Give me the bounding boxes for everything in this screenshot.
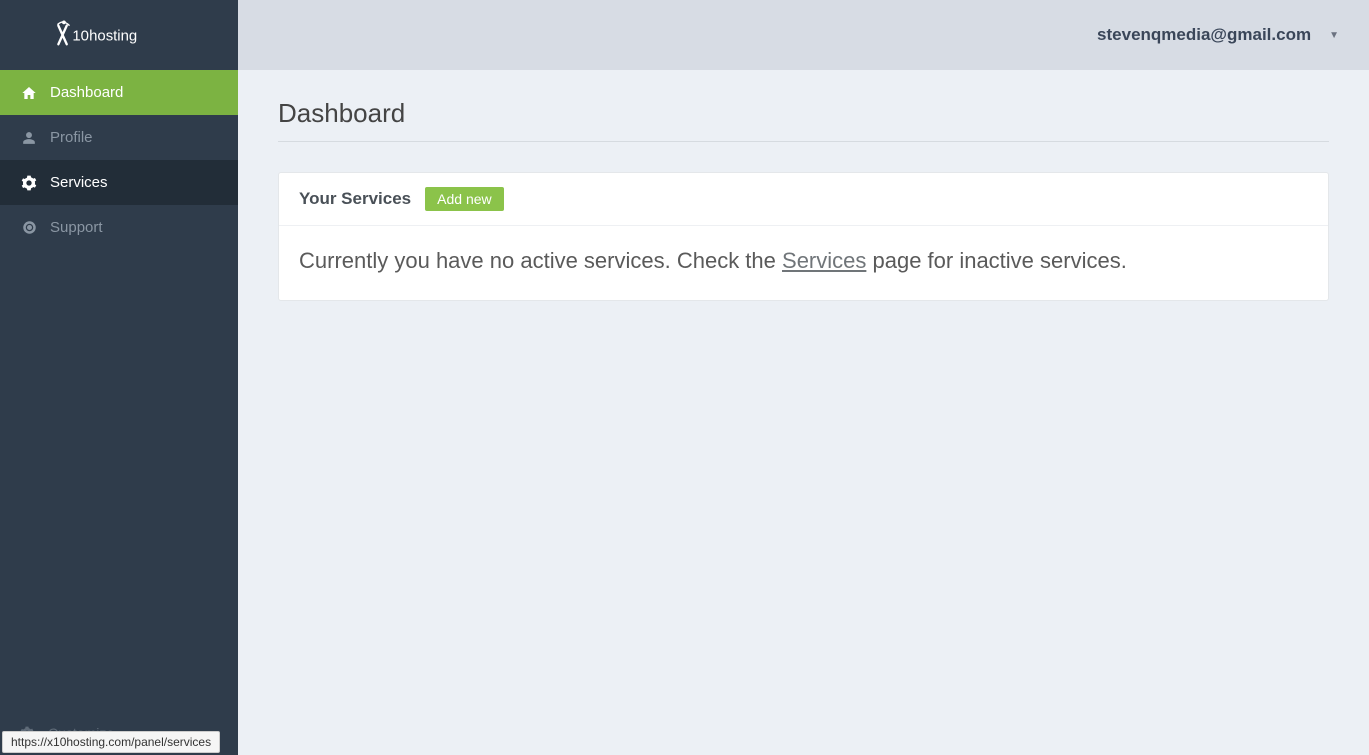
sidebar-item-label: Dashboard (50, 84, 123, 101)
user-email: stevenqmedia@gmail.com (1097, 25, 1311, 45)
panel-header: Your Services Add new (279, 173, 1328, 226)
content: Dashboard Your Services Add new Currentl… (238, 70, 1369, 329)
svg-text:10: 10 (72, 28, 89, 45)
home-icon (20, 85, 38, 101)
main: stevenqmedia@gmail.com ▼ Dashboard Your … (238, 0, 1369, 755)
page-title: Dashboard (278, 98, 1329, 142)
browser-status-bar: https://x10hosting.com/panel/services (2, 731, 220, 753)
user-menu[interactable]: stevenqmedia@gmail.com ▼ (1097, 25, 1339, 45)
sidebar-item-dashboard[interactable]: Dashboard (0, 70, 238, 115)
sidebar-item-services[interactable]: Services (0, 160, 238, 205)
services-panel: Your Services Add new Currently you have… (278, 172, 1329, 301)
topbar: stevenqmedia@gmail.com ▼ (238, 0, 1369, 70)
empty-text-prefix: Currently you have no active services. C… (299, 248, 782, 273)
user-icon (20, 131, 38, 145)
sidebar-nav: Dashboard Profile Services Support (0, 70, 238, 711)
sidebar-item-label: Services (50, 174, 108, 191)
chevron-down-icon: ▼ (1329, 30, 1339, 41)
life-ring-icon (20, 220, 38, 235)
svg-text:hosting: hosting (89, 28, 137, 45)
empty-text-suffix: page for inactive services. (866, 248, 1126, 273)
sidebar-item-profile[interactable]: Profile (0, 115, 238, 160)
sidebar-item-support[interactable]: Support (0, 205, 238, 250)
services-link[interactable]: Services (782, 248, 866, 273)
panel-title: Your Services (299, 189, 411, 209)
sidebar-item-label: Support (50, 219, 103, 236)
add-new-button[interactable]: Add new (425, 187, 503, 211)
panel-body: Currently you have no active services. C… (279, 226, 1328, 300)
sidebar: 10 hosting Dashboard Profile Services (0, 0, 238, 755)
gears-icon (20, 175, 38, 191)
sidebar-item-label: Profile (50, 129, 93, 146)
logo[interactable]: 10 hosting (0, 0, 238, 70)
